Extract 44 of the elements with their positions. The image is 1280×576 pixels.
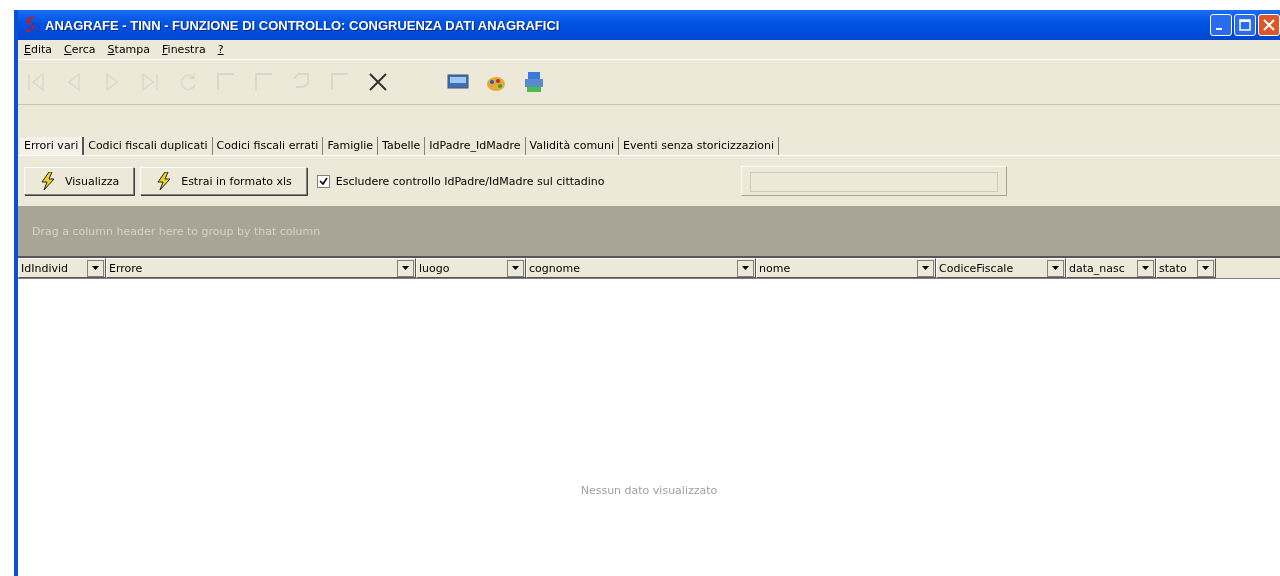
tab[interactable]: Errori vari — [20, 137, 85, 155]
dropdown-icon[interactable] — [1197, 259, 1214, 277]
menu-item[interactable]: Cerca — [64, 43, 96, 56]
window-title: ANAGRAFE - TINN - FUNZIONE DI CONTROLLO: CONGRUENZA DATI ANAGRAFICI — [45, 17, 560, 33]
column-header[interactable]: cognome — [526, 258, 756, 278]
tab[interactable]: Tabelle — [378, 137, 426, 155]
tab[interactable]: Famiglie — [323, 137, 379, 155]
action-button[interactable]: Estrai in formato xls — [140, 167, 307, 195]
checkbox-label: Escludere controllo IdPadre/IdMadre sul cittadino — [335, 174, 605, 188]
tab[interactable]: Codici fiscali errati — [212, 137, 324, 155]
column-header[interactable]: luogo — [416, 258, 526, 278]
dropdown-icon[interactable] — [737, 259, 754, 277]
menu-item[interactable]: ? — [217, 43, 224, 56]
dropdown-icon[interactable] — [397, 259, 414, 277]
lightning-icon — [157, 172, 172, 190]
action-button[interactable]: Visualizza — [24, 167, 135, 195]
close-button[interactable] — [1258, 14, 1280, 36]
empty-message: Nessun dato visualizzato — [580, 484, 718, 497]
dropdown-icon[interactable] — [1137, 259, 1154, 277]
tab[interactable]: IdPadre_IdMadre — [425, 137, 526, 155]
column-header[interactable]: stato — [1156, 258, 1216, 278]
column-header[interactable]: data_nasc — [1066, 258, 1156, 278]
menu-item[interactable]: Finestra — [162, 43, 206, 56]
maximize-button[interactable] — [1234, 14, 1256, 36]
menu-item[interactable]: Edita — [24, 43, 53, 56]
dropdown-icon[interactable] — [1047, 259, 1064, 277]
menu-item[interactable]: Stampa — [107, 43, 151, 56]
dropdown-icon[interactable] — [507, 259, 524, 277]
dropdown-icon[interactable] — [87, 259, 104, 277]
minimize-icon — [1216, 28, 1222, 30]
tab[interactable]: Codici fiscali duplicati — [84, 137, 213, 155]
close-icon — [1263, 19, 1275, 31]
maximize-icon — [1239, 19, 1251, 31]
dropdown-icon[interactable] — [917, 259, 934, 277]
column-header[interactable]: IdIndivid — [18, 258, 106, 278]
column-header[interactable]: nome — [756, 258, 936, 278]
printer-icon[interactable] — [522, 70, 546, 94]
column-header[interactable]: CodiceFiscale — [936, 258, 1066, 278]
minimize-button[interactable] — [1210, 14, 1232, 36]
column-header[interactable]: Errore — [106, 258, 416, 278]
lightning-icon — [41, 172, 55, 190]
tab[interactable]: Eventi senza storicizzazioni — [619, 137, 779, 155]
tab[interactable]: Validità comuni — [525, 137, 620, 155]
checkbox[interactable] — [316, 174, 330, 188]
